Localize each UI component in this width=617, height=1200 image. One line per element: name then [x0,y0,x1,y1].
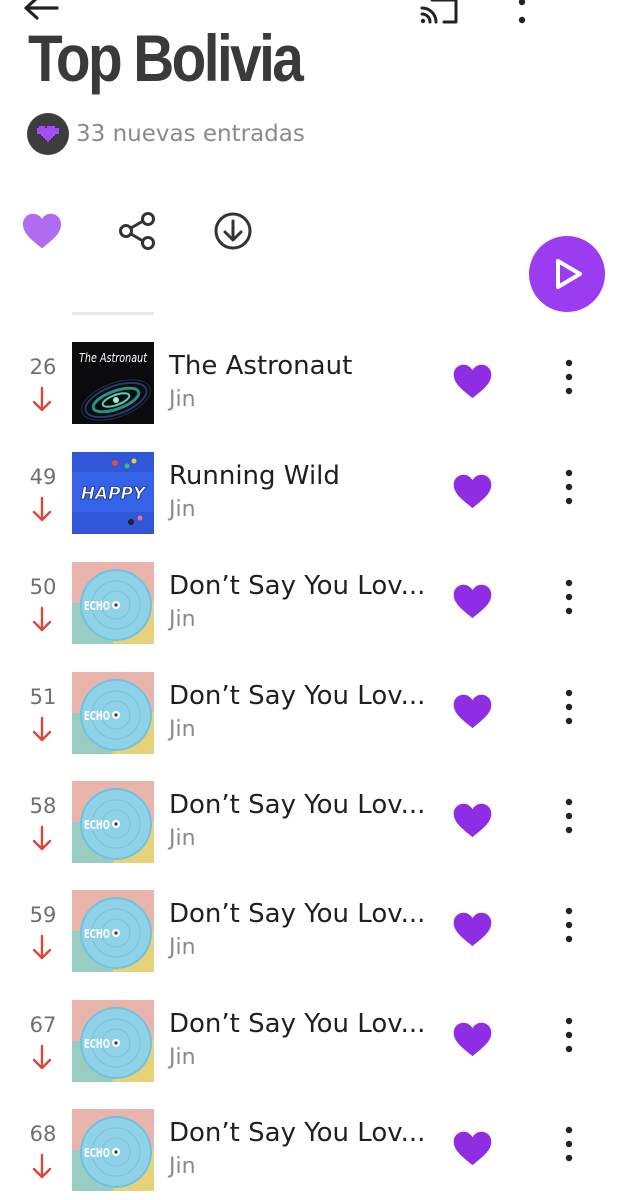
track-artist: Jin [169,717,196,742]
trend-down-icon [32,716,52,742]
track-rank: 67 [29,1013,57,1037]
track-row[interactable]: 50 ECHO Don’t Say You Lov... Jin [0,562,617,672]
track-title: Don’t Say You Lov... [169,899,426,929]
track-title: Don’t Say You Lov... [169,681,426,711]
track-artist: Jin [169,935,196,960]
trend-down-icon [32,934,52,960]
track-row[interactable]: 49 HAPPY Running Wild Jin [0,452,617,562]
play-icon [556,259,582,289]
track-rank: 58 [29,794,57,818]
share-button[interactable] [115,209,159,253]
track-rank: 49 [29,465,57,489]
track-artist: Jin [169,497,196,522]
more-options-icon[interactable] [554,1015,584,1055]
liked-heart-icon[interactable] [452,473,493,509]
track-artist: Jin [169,1154,196,1179]
new-entries-text: 33 nuevas entradas [76,121,305,147]
more-options-icon[interactable] [554,467,584,507]
heart-icon [23,213,61,249]
album-art-echo: ECHO [72,890,154,972]
track-row[interactable]: 59 ECHO Don’t Say You Lov... Jin [0,890,617,1000]
album-art-echo: ECHO [72,781,154,863]
download-button[interactable] [211,209,255,253]
liked-heart-icon[interactable] [452,911,493,947]
album-art-echo: ECHO [72,1109,154,1191]
album-art-text: ECHO [84,818,110,832]
album-art-text: ECHO [84,709,110,723]
download-icon [214,212,252,250]
liked-heart-icon[interactable] [452,693,493,729]
track-title: Don’t Say You Lov... [169,1118,426,1148]
track-row[interactable]: 58 ECHO Don’t Say You Lov... Jin [0,781,617,891]
track-title: Don’t Say You Lov... [169,790,426,820]
more-options-icon[interactable] [554,577,584,617]
track-artist: Jin [169,607,196,632]
track-title: Don’t Say You Lov... [169,571,426,601]
more-options-icon[interactable] [554,905,584,945]
like-playlist-button[interactable] [20,211,64,251]
share-icon [119,212,155,250]
trend-down-icon [32,386,52,412]
album-art-the-astronaut: The Astronaut [72,342,154,424]
trend-down-icon [32,606,52,632]
liked-heart-icon[interactable] [452,1130,493,1166]
album-art-echo: ECHO [72,562,154,644]
more-options-icon[interactable] [554,687,584,727]
overflow-menu-icon[interactable] [508,0,536,28]
album-art-echo: ECHO [72,1000,154,1082]
track-rank: 68 [29,1122,57,1146]
play-button[interactable] [529,236,605,312]
track-row[interactable]: 51 ECHO Don’t Say You Lov... Jin [0,672,617,782]
track-rank: 59 [29,903,57,927]
track-title: Running Wild [169,461,340,491]
album-art-happy: HAPPY [72,452,154,534]
album-art-text: ECHO [84,927,110,941]
cast-icon[interactable] [418,0,462,26]
more-options-icon[interactable] [554,1124,584,1164]
track-title: The Astronaut [169,351,353,381]
more-options-icon[interactable] [554,357,584,397]
liked-heart-icon[interactable] [452,802,493,838]
trend-down-icon [32,825,52,851]
pixel-heart-icon [27,113,69,155]
album-art-text: ECHO [84,1037,110,1051]
album-art-text: ECHO [84,599,110,613]
track-row[interactable]: 68 ECHO Don’t Say You Lov... Jin [0,1109,617,1200]
track-rank: 51 [29,685,57,709]
liked-heart-icon[interactable] [452,363,493,399]
track-rank: 50 [29,575,57,599]
album-art-text: The Astronaut [79,351,148,365]
trend-down-icon [32,1153,52,1179]
liked-heart-icon[interactable] [452,1021,493,1057]
more-options-icon[interactable] [554,796,584,836]
album-art-text: ECHO [84,1146,110,1160]
album-art-text: HAPPY [81,484,147,504]
list-top-edge [72,312,154,315]
track-rank: 26 [29,355,57,379]
album-art-echo: ECHO [72,672,154,754]
track-artist: Jin [169,1045,196,1070]
track-artist: Jin [169,387,196,412]
trend-down-icon [32,496,52,522]
track-row[interactable]: 67 ECHO Don’t Say You Lov... Jin [0,1000,617,1110]
track-artist: Jin [169,826,196,851]
trend-down-icon [32,1044,52,1070]
page-title: Top Bolivia [28,21,304,95]
liked-heart-icon[interactable] [452,583,493,619]
new-entries-row: 33 nuevas entradas [27,113,305,155]
track-row[interactable]: 26 The Astronaut The Astronaut Jin [0,342,617,452]
track-title: Don’t Say You Lov... [169,1009,426,1039]
